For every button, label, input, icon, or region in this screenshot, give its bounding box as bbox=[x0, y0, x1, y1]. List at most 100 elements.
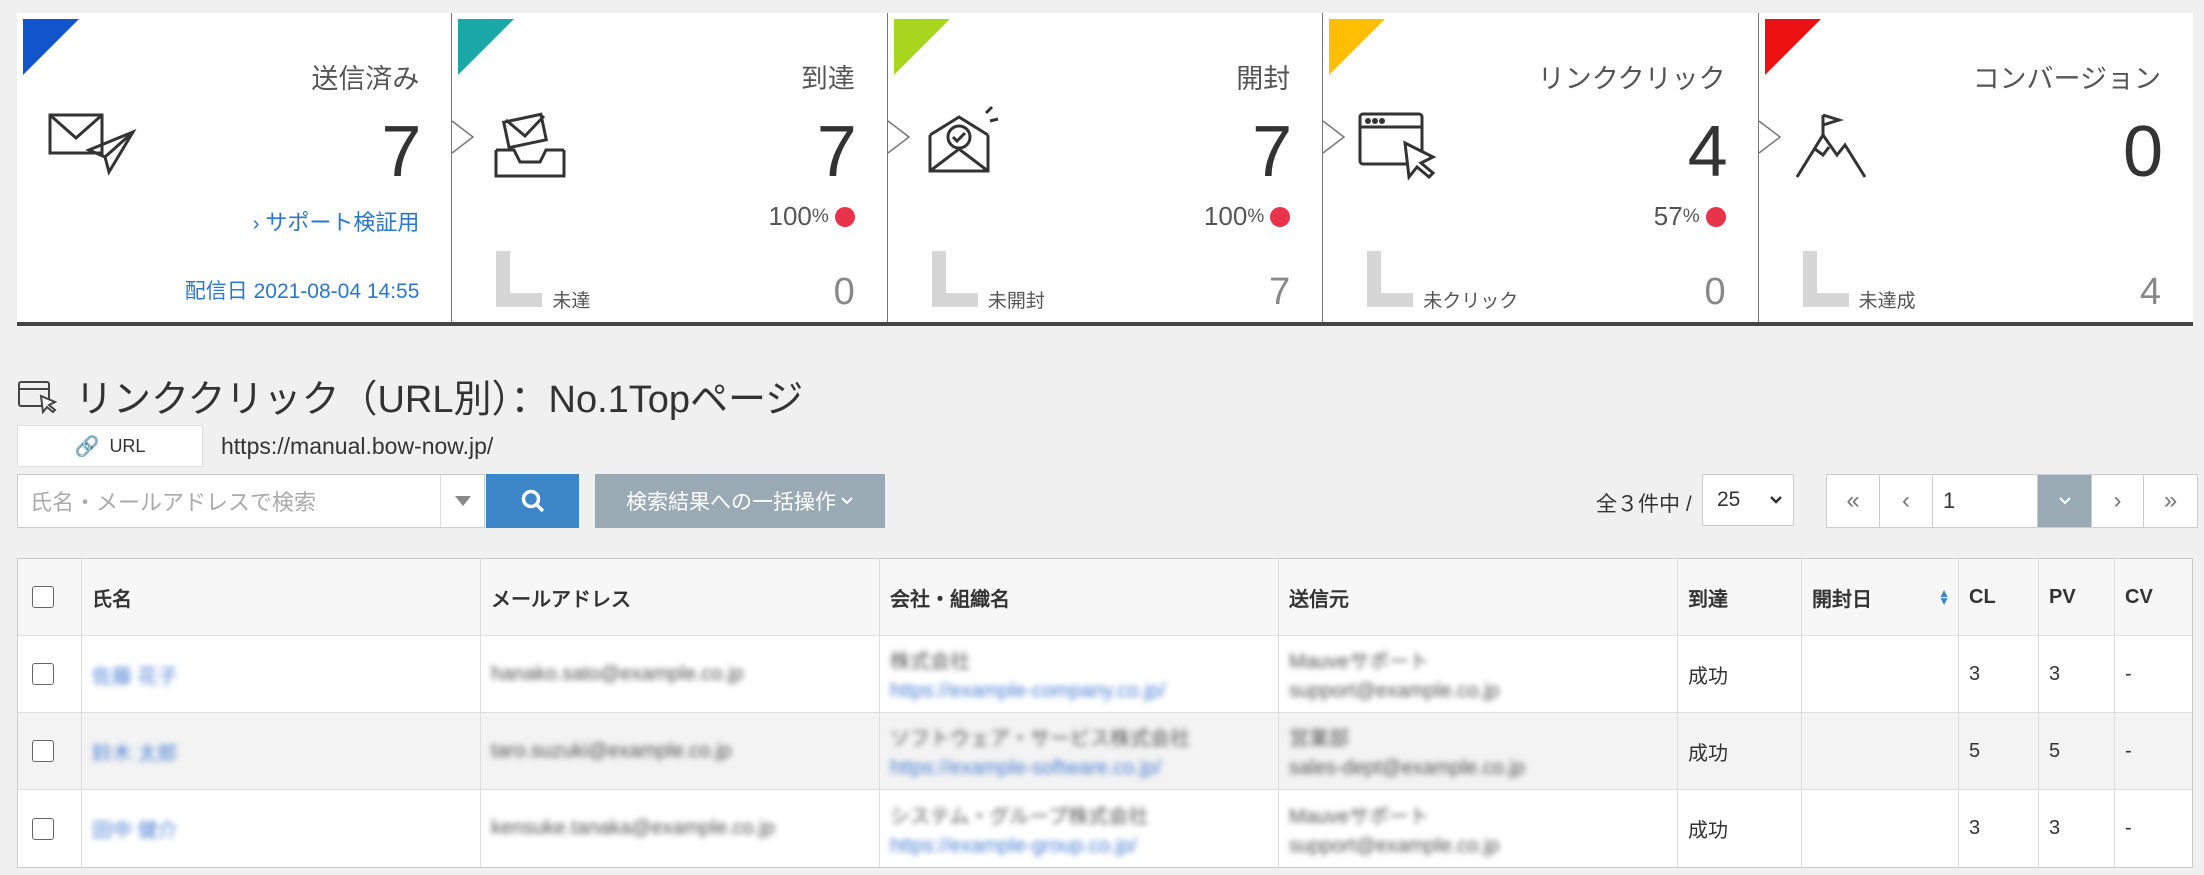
cv-cell: - bbox=[2125, 662, 2132, 685]
email-cell: taro.suzuki@example.co.jp bbox=[481, 713, 880, 789]
card-title: 到達 bbox=[800, 64, 855, 94]
column-header-email[interactable]: メールアドレス bbox=[481, 559, 880, 635]
corner-flag-shape bbox=[23, 19, 79, 75]
card-title: リンククリック bbox=[1537, 64, 1726, 94]
sender-name: Mauveサポート bbox=[1289, 805, 1430, 828]
open-mail-icon bbox=[928, 105, 999, 173]
url-tag: 🔗 URL bbox=[17, 425, 203, 467]
card-title: コンバージョン bbox=[1972, 64, 2162, 94]
support-link[interactable]: › サポート検証用 bbox=[253, 205, 420, 237]
chevron-divider-icon bbox=[1322, 120, 1346, 154]
corner-flag-shape bbox=[458, 19, 515, 75]
stat-card-conversion: コンバージョン 0 未達成 4 bbox=[1758, 13, 2193, 322]
sub-stat-icon bbox=[496, 251, 543, 307]
chevron-right-icon: › bbox=[2113, 487, 2122, 514]
stat-card-sent: 送信済み 7 › サポート検証用 配信日 2021-08-04 14:55 bbox=[17, 13, 453, 322]
card-sublabel: 未クリック bbox=[1423, 291, 1519, 312]
search-input[interactable]: 氏名・メールアドレスで検索 bbox=[18, 485, 440, 517]
corner-flag-icon bbox=[1764, 19, 1821, 75]
browser-click-icon bbox=[18, 380, 57, 414]
chevron-divider-icon bbox=[451, 120, 475, 154]
opened-date-cell bbox=[1802, 636, 1959, 712]
column-header-cv[interactable]: CV bbox=[2115, 559, 2192, 635]
bulk-action-button[interactable]: 検索結果への一括操作 bbox=[595, 474, 885, 528]
table-row: 佐藤 花子 hanako.sato@example.co.jp 株式会社 http… bbox=[18, 636, 2192, 713]
pv-cell: 3 bbox=[2039, 636, 2115, 712]
card-value: 0 bbox=[2122, 112, 2164, 192]
first-page-button[interactable]: « bbox=[1827, 475, 1880, 527]
double-chevron-left-icon: « bbox=[1846, 487, 1860, 514]
table-header-row: 氏名 メールアドレス 会社・組織名 送信元 到達 開封日 ▲ ▼ CL PV CV bbox=[18, 559, 2192, 636]
opened-date-cell bbox=[1802, 713, 1959, 789]
company-name: ソフトウェア・サービス株式会社 bbox=[890, 728, 1190, 750]
stat-card-link-click: リンククリック 4 57% 未クリック 0 bbox=[1322, 13, 1759, 322]
contact-name-link[interactable]: 田中 健介 bbox=[92, 814, 178, 843]
search-dropdown-toggle[interactable] bbox=[440, 475, 484, 527]
stat-card-delivered: 到達 7 100% 未達 0 bbox=[451, 13, 888, 322]
corner-flag-icon bbox=[458, 19, 515, 75]
row-checkbox[interactable] bbox=[32, 663, 54, 685]
next-page-button[interactable]: › bbox=[2091, 475, 2144, 527]
inbox-icon bbox=[494, 112, 566, 178]
page-number-input[interactable]: 1 bbox=[1933, 475, 2038, 527]
sender-name: Mauveサポート bbox=[1289, 651, 1430, 673]
sub-stat-icon bbox=[931, 251, 978, 307]
sort-icon[interactable]: ▲ ▼ bbox=[1938, 587, 1950, 607]
last-page-button[interactable]: » bbox=[2144, 475, 2197, 527]
stat-card-opened: 開封 7 100% 未開封 7 bbox=[887, 13, 1324, 322]
support-link-label: サポート検証用 bbox=[265, 210, 420, 235]
sender-cell: 営業部 sales-dept@example.co.jp bbox=[1279, 713, 1678, 789]
email-cell: hanako.sato@example.co.jp bbox=[481, 636, 880, 712]
column-header-pv[interactable]: PV bbox=[2039, 559, 2115, 635]
contact-name-link[interactable]: 佐藤 花子 bbox=[92, 660, 178, 689]
company-cell: 株式会社 https://example-company.co.jp/ bbox=[880, 636, 1279, 712]
url-tag-label: URL bbox=[109, 435, 146, 456]
corner-flag-icon bbox=[893, 19, 950, 75]
row-select-cell bbox=[18, 713, 82, 789]
select-all-checkbox[interactable] bbox=[32, 586, 54, 608]
stats-panel: 送信済み 7 › サポート検証用 配信日 2021-08-04 14:55 到達 … bbox=[17, 13, 2193, 326]
card-subvalue: 7 bbox=[1269, 271, 1291, 313]
column-header-opened[interactable]: 開封日 ▲ ▼ bbox=[1802, 559, 1959, 635]
per-page-select[interactable]: 25 bbox=[1702, 474, 1794, 526]
delivery-rate: 100% bbox=[769, 201, 855, 232]
column-header-company[interactable]: 会社・組織名 bbox=[880, 559, 1279, 635]
rate-value: 100 bbox=[768, 201, 812, 231]
company-cell: システム・グループ株式会社 https://example-group.co.jp… bbox=[880, 790, 1279, 867]
chevron-divider-icon bbox=[1758, 120, 1781, 154]
contact-email: kensuke.tanaka@example.co.jp bbox=[491, 817, 775, 839]
sender-name: 営業部 bbox=[1289, 728, 1349, 750]
column-header-delivered[interactable]: 到達 bbox=[1678, 559, 1802, 635]
results-table: 氏名 メールアドレス 会社・組織名 送信元 到達 開封日 ▲ ▼ CL PV CV… bbox=[17, 558, 2193, 868]
chevron-right-icon: › bbox=[252, 213, 260, 235]
company-url-link[interactable]: https://example-software.co.jp/ bbox=[890, 757, 1190, 780]
rate-unit: % bbox=[811, 205, 829, 227]
row-checkbox[interactable] bbox=[32, 817, 54, 840]
sender-email: sales-dept@example.co.jp bbox=[1289, 757, 1525, 779]
email-cell: kensuke.tanaka@example.co.jp bbox=[481, 790, 880, 867]
search-field[interactable]: 氏名・メールアドレスで検索 bbox=[17, 474, 485, 528]
column-header-cl[interactable]: CL bbox=[1959, 559, 2039, 635]
per-page-value: 25 bbox=[1717, 488, 1741, 511]
double-chevron-right-icon: » bbox=[2163, 487, 2178, 514]
row-checkbox[interactable] bbox=[32, 740, 54, 762]
contact-name-link[interactable]: 鈴木 太郎 bbox=[92, 737, 178, 766]
delivered-cell: 成功 bbox=[1678, 636, 1802, 712]
search-button[interactable] bbox=[486, 474, 579, 528]
company-url-link[interactable]: https://example-group.co.jp/ bbox=[890, 835, 1148, 858]
target-url[interactable]: https://manual.bow-now.jp/ bbox=[221, 433, 493, 460]
sender-cell: Mauveサポート support@example.co.jp bbox=[1279, 790, 1678, 867]
delivered-cell: 成功 bbox=[1678, 790, 1802, 867]
column-header-sender[interactable]: 送信元 bbox=[1279, 559, 1678, 635]
mail-send-icon bbox=[48, 113, 137, 176]
column-header-name[interactable]: 氏名 bbox=[82, 559, 481, 635]
page-select-toggle[interactable] bbox=[2038, 475, 2091, 527]
prev-page-button[interactable]: ‹ bbox=[1880, 475, 1933, 527]
chevron-divider-icon bbox=[887, 120, 911, 154]
company-url-link[interactable]: https://example-company.co.jp/ bbox=[890, 680, 1165, 703]
card-subvalue: 4 bbox=[2139, 271, 2162, 313]
delivered-cell: 成功 bbox=[1678, 713, 1802, 789]
click-rate: 57% bbox=[1654, 201, 1726, 232]
card-sublabel: 未達 bbox=[552, 291, 591, 312]
select-all-cell bbox=[18, 559, 82, 635]
